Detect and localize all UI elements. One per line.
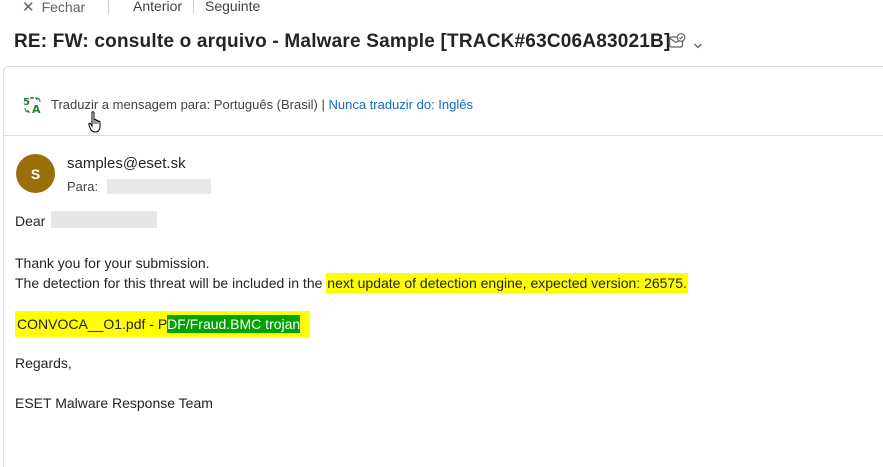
body-line-file-result: CONVOCA__O1.pdf - PDF/Fraud.BMC trojan [15,311,311,337]
never-translate-link[interactable]: Nunca traduzir do: Inglês [328,97,473,112]
translation-text: Traduzir a mensagem para: Português (Bra… [51,97,473,112]
sender-avatar[interactable]: S [16,154,55,193]
translate-icon: 5 A [22,95,44,120]
body-line-regards: Regards, [15,355,72,371]
toolbar-divider [108,0,109,14]
close-button[interactable]: ✕ Fechar [22,0,85,16]
redacted-recipient [107,179,211,194]
svg-text:5: 5 [23,97,30,108]
body-line-detection: The detection for this threat will be in… [15,273,688,293]
sender-address[interactable]: samples@eset.sk [67,155,186,172]
chevron-down-icon[interactable] [693,37,703,55]
next-button[interactable]: Seguinte [205,0,260,14]
recipient-label: Para: [67,179,99,194]
signature: ESET Malware Response Team [15,395,213,411]
body-line-thanks: Thank you for your submission. [15,255,210,271]
message-actions-icon[interactable] [668,33,686,51]
svg-text:A: A [32,103,41,115]
translate-link[interactable]: Traduzir a mensagem para: Português (Bra… [51,97,318,112]
redacted-name [51,211,157,228]
detection-name: DF/Fraud.BMC trojan [167,315,301,333]
highlighted-detection-update: next update of detection engine, expecte… [326,273,688,293]
reading-toolbar: ✕ Fechar Anterior Seguinte [0,0,883,16]
pointer-cursor-icon [88,111,104,138]
close-icon: ✕ [22,0,35,16]
translation-bar: 5 A Traduzir a mensagem para: Português … [4,67,883,136]
previous-button[interactable]: Anterior [133,0,182,14]
envelope-sync-icon [668,33,686,48]
toolbar-divider [193,0,194,14]
greeting: Dear [15,213,46,229]
message-card: 5 A Traduzir a mensagem para: Português … [3,66,883,467]
message-subject: RE: FW: consulte o arquivo - Malware Sam… [14,31,671,52]
highlighted-file-result: CONVOCA__O1.pdf - PDF/Fraud.BMC trojan [15,311,311,337]
